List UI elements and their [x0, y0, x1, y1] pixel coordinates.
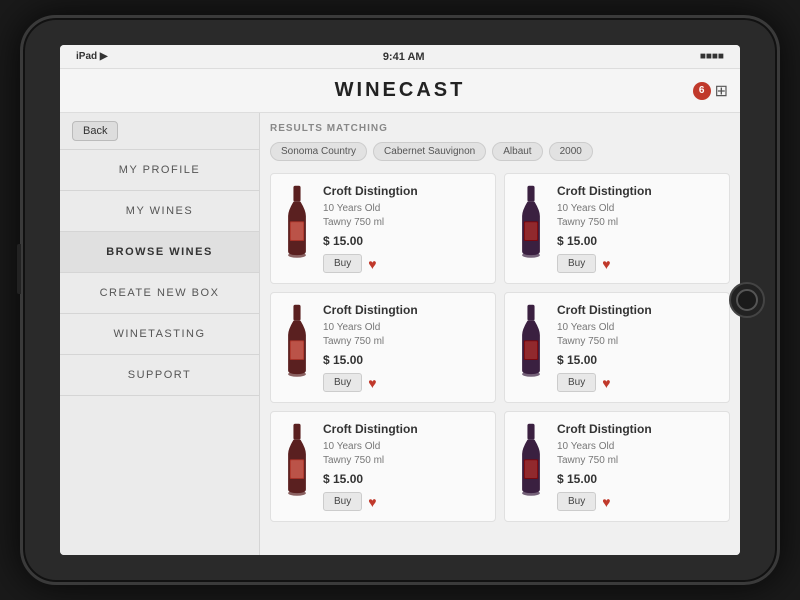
sidebar-item-browse-wines[interactable]: BROWSE WINES — [60, 232, 259, 273]
wine-info: Croft Distingtion 10 Years OldTawny 750 … — [557, 184, 719, 273]
filter-tag-sonoma[interactable]: Sonoma Country — [270, 142, 367, 161]
wine-price: $ 15.00 — [557, 234, 719, 248]
results-header: RESULTS MATCHING — [270, 123, 730, 134]
ipad-screen: iPad ▶ 9:41 AM ■■■■ WINECAST 6 ⊞ — [60, 45, 740, 555]
wine-desc: 10 Years OldTawny 750 ml — [323, 440, 485, 468]
wine-card: Croft Distingtion 10 Years OldTawny 750 … — [504, 173, 730, 284]
results-area: RESULTS MATCHING Sonoma Country Cabernet… — [260, 113, 740, 555]
wine-price: $ 15.00 — [323, 472, 485, 486]
wine-name: Croft Distingtion — [323, 422, 485, 436]
wine-bottle — [281, 303, 313, 383]
cart-icon: ⊞ — [715, 81, 728, 101]
filter-tag-cabernet[interactable]: Cabernet Sauvignon — [373, 142, 486, 161]
wine-name: Croft Distingtion — [557, 422, 719, 436]
buy-button[interactable]: Buy — [323, 492, 362, 511]
wine-info: Croft Distingtion 10 Years OldTawny 750 … — [323, 303, 485, 392]
favorite-button[interactable]: ♥ — [602, 494, 610, 510]
filter-tag-year[interactable]: 2000 — [549, 142, 593, 161]
wine-actions: Buy ♥ — [557, 492, 719, 511]
sidebar-back-area: Back — [60, 113, 259, 150]
status-bar: iPad ▶ 9:41 AM ■■■■ — [60, 45, 740, 69]
status-time: 9:41 AM — [383, 51, 425, 63]
logo-prefix: WIN — [335, 79, 383, 101]
wine-price: $ 15.00 — [323, 353, 485, 367]
wine-bottle — [281, 184, 313, 264]
wine-desc: 10 Years OldTawny 750 ml — [323, 321, 485, 349]
wine-card: Croft Distingtion 10 Years OldTawny 750 … — [270, 173, 496, 284]
buy-button[interactable]: Buy — [557, 492, 596, 511]
wine-actions: Buy ♥ — [323, 254, 485, 273]
favorite-button[interactable]: ♥ — [368, 256, 376, 272]
wine-card: Croft Distingtion 10 Years OldTawny 750 … — [270, 292, 496, 403]
sidebar-item-create-new-box[interactable]: CREATE NEW BOX — [60, 273, 259, 314]
buy-button[interactable]: Buy — [323, 373, 362, 392]
app-container: WINECAST 6 ⊞ Back MY PROFILE MY WINES BR… — [60, 69, 740, 555]
wine-desc: 10 Years OldTawny 750 ml — [557, 321, 719, 349]
home-button-inner — [736, 289, 758, 311]
wine-actions: Buy ♥ — [557, 373, 719, 392]
wine-info: Croft Distingtion 10 Years OldTawny 750 … — [557, 303, 719, 392]
home-button[interactable] — [729, 282, 765, 318]
wine-name: Croft Distingtion — [323, 303, 485, 317]
wine-grid: Croft Distingtion 10 Years OldTawny 750 … — [270, 173, 730, 522]
logo-suffix: ECAST — [383, 79, 466, 101]
wine-info: Croft Distingtion 10 Years OldTawny 750 … — [557, 422, 719, 511]
favorite-button[interactable]: ♥ — [368, 375, 376, 391]
wine-card: Croft Distingtion 10 Years OldTawny 750 … — [504, 292, 730, 403]
wine-actions: Buy ♥ — [557, 254, 719, 273]
wine-name: Croft Distingtion — [557, 303, 719, 317]
sidebar-item-my-profile[interactable]: MY PROFILE — [60, 150, 259, 191]
wine-name: Croft Distingtion — [323, 184, 485, 198]
cart-badge: 6 — [693, 82, 711, 100]
side-button — [17, 244, 21, 294]
filter-tags: Sonoma Country Cabernet Sauvignon Albaut… — [270, 142, 730, 161]
wine-bottle — [515, 184, 547, 264]
buy-button[interactable]: Buy — [323, 254, 362, 273]
filter-tag-albaut[interactable]: Albaut — [492, 142, 542, 161]
wine-bottle — [515, 303, 547, 383]
sidebar-item-support[interactable]: SUPPORT — [60, 355, 259, 396]
wine-price: $ 15.00 — [557, 353, 719, 367]
wine-name: Croft Distingtion — [557, 184, 719, 198]
wine-actions: Buy ♥ — [323, 373, 485, 392]
wine-actions: Buy ♥ — [323, 492, 485, 511]
wine-price: $ 15.00 — [323, 234, 485, 248]
wine-info: Croft Distingtion 10 Years OldTawny 750 … — [323, 422, 485, 511]
buy-button[interactable]: Buy — [557, 254, 596, 273]
app-logo: WINECAST — [335, 79, 466, 102]
app-header: WINECAST 6 ⊞ — [60, 69, 740, 113]
sidebar: Back MY PROFILE MY WINES BROWSE WINES CR… — [60, 113, 260, 555]
main-content: Back MY PROFILE MY WINES BROWSE WINES CR… — [60, 113, 740, 555]
wine-price: $ 15.00 — [557, 472, 719, 486]
wine-bottle — [515, 422, 547, 502]
wine-desc: 10 Years OldTawny 750 ml — [323, 202, 485, 230]
wine-card: Croft Distingtion 10 Years OldTawny 750 … — [270, 411, 496, 522]
ipad-frame: iPad ▶ 9:41 AM ■■■■ WINECAST 6 ⊞ — [20, 15, 780, 585]
cart-container[interactable]: 6 ⊞ — [693, 81, 728, 101]
status-left: iPad ▶ — [76, 51, 108, 62]
wine-card: Croft Distingtion 10 Years OldTawny 750 … — [504, 411, 730, 522]
favorite-button[interactable]: ♥ — [368, 494, 376, 510]
wine-desc: 10 Years OldTawny 750 ml — [557, 202, 719, 230]
sidebar-item-my-wines[interactable]: MY WINES — [60, 191, 259, 232]
ipad-label: iPad ▶ — [76, 51, 108, 62]
battery-indicator: ■■■■ — [700, 51, 724, 62]
wine-desc: 10 Years OldTawny 750 ml — [557, 440, 719, 468]
wine-info: Croft Distingtion 10 Years OldTawny 750 … — [323, 184, 485, 273]
favorite-button[interactable]: ♥ — [602, 256, 610, 272]
sidebar-item-winetasting[interactable]: WINETASTING — [60, 314, 259, 355]
buy-button[interactable]: Buy — [557, 373, 596, 392]
back-button[interactable]: Back — [72, 121, 118, 141]
wine-bottle — [281, 422, 313, 502]
favorite-button[interactable]: ♥ — [602, 375, 610, 391]
